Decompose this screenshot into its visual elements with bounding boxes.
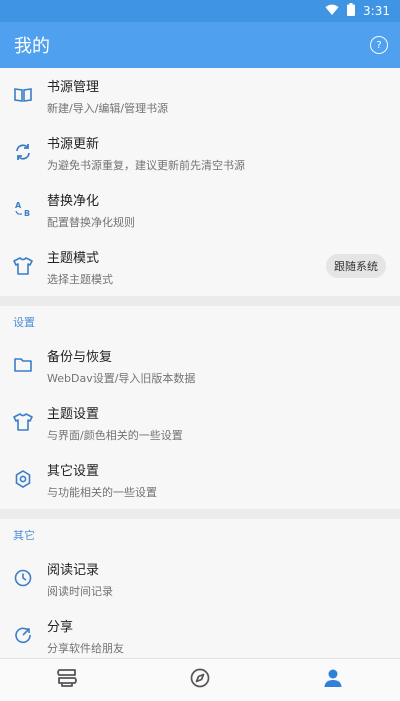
menu-item-source-management[interactable]: 书源管理 新建/导入/编辑/管理书源	[0, 68, 400, 125]
menu-item-source-update[interactable]: 书源更新 为避免书源重复，建议更新前先清空书源	[0, 125, 400, 182]
menu-item-desc: 阅读时间记录	[47, 585, 113, 598]
menu-item-title: 分享	[47, 620, 74, 635]
menu-item-title: 阅读记录	[47, 563, 100, 578]
bookshelf-icon	[56, 668, 78, 692]
theme-mode-badge[interactable]: 跟随系统	[326, 254, 386, 278]
menu-item-title: 备份与恢复	[47, 350, 113, 365]
section-divider	[0, 296, 400, 306]
menu-item-desc: 新建/导入/编辑/管理书源	[47, 102, 169, 115]
menu-item-title: 书源更新	[47, 137, 100, 152]
settings-list: 书源管理 新建/导入/编辑/管理书源 书源更新 为避免书源重复，建议更新前先清空…	[0, 68, 400, 658]
menu-item-title: 书源管理	[47, 80, 100, 95]
tshirt-icon	[13, 256, 33, 276]
menu-item-backup-restore[interactable]: 备份与恢复 WebDav设置/导入旧版本数据	[0, 338, 400, 395]
section-divider	[0, 509, 400, 519]
nav-discover[interactable]	[170, 659, 230, 701]
help-icon[interactable]: ?	[370, 36, 388, 54]
svg-text:A: A	[15, 201, 22, 210]
menu-item-other-settings[interactable]: 其它设置 与功能相关的一些设置	[0, 452, 400, 509]
menu-item-title: 主题设置	[47, 407, 100, 422]
share-icon	[13, 625, 33, 645]
app-bar: 我的 ?	[0, 22, 400, 68]
battery-icon	[347, 3, 356, 19]
menu-item-theme-settings[interactable]: 主题设置 与界面/颜色相关的一些设置	[0, 395, 400, 452]
menu-item-theme-mode[interactable]: 主题模式 选择主题模式 跟随系统	[0, 239, 400, 296]
clock-icon	[13, 568, 33, 588]
page-title: 我的	[14, 36, 50, 57]
book-open-icon	[13, 85, 33, 105]
menu-item-reading-record[interactable]: 阅读记录 阅读时间记录	[0, 551, 400, 608]
menu-item-desc: 选择主题模式	[47, 273, 113, 286]
menu-item-desc: 配置替换净化规则	[47, 216, 135, 229]
menu-item-desc: WebDav设置/导入旧版本数据	[47, 372, 196, 385]
menu-item-desc: 分享软件给朋友	[47, 642, 124, 655]
status-bar: 3:31	[0, 0, 400, 22]
tshirt-icon	[13, 412, 33, 432]
menu-item-desc: 与功能相关的一些设置	[47, 486, 157, 499]
bottom-nav	[0, 658, 400, 701]
person-icon	[323, 668, 343, 692]
menu-item-desc: 为避免书源重复，建议更新前先清空书源	[47, 159, 245, 172]
menu-item-title: 其它设置	[47, 464, 100, 479]
nav-bookshelf[interactable]	[37, 659, 97, 701]
menu-item-title: 替换净化	[47, 194, 100, 209]
settings-icon	[13, 469, 33, 489]
nav-mine[interactable]	[303, 659, 363, 701]
svg-text:B: B	[24, 209, 30, 218]
refresh-icon	[13, 142, 33, 162]
replace-ab-icon: A B	[13, 199, 33, 219]
folder-icon	[13, 355, 33, 375]
status-time: 3:31	[363, 4, 390, 18]
section-header-settings: 设置	[13, 316, 35, 329]
menu-item-share[interactable]: 分享 分享软件给朋友	[0, 608, 400, 658]
compass-icon	[190, 668, 210, 692]
menu-item-desc: 与界面/颜色相关的一些设置	[47, 429, 183, 442]
menu-item-title: 主题模式	[47, 251, 100, 266]
wifi-icon	[325, 4, 339, 19]
menu-item-replace-purify[interactable]: A B 替换净化 配置替换净化规则	[0, 182, 400, 239]
section-header-other: 其它	[13, 529, 35, 542]
